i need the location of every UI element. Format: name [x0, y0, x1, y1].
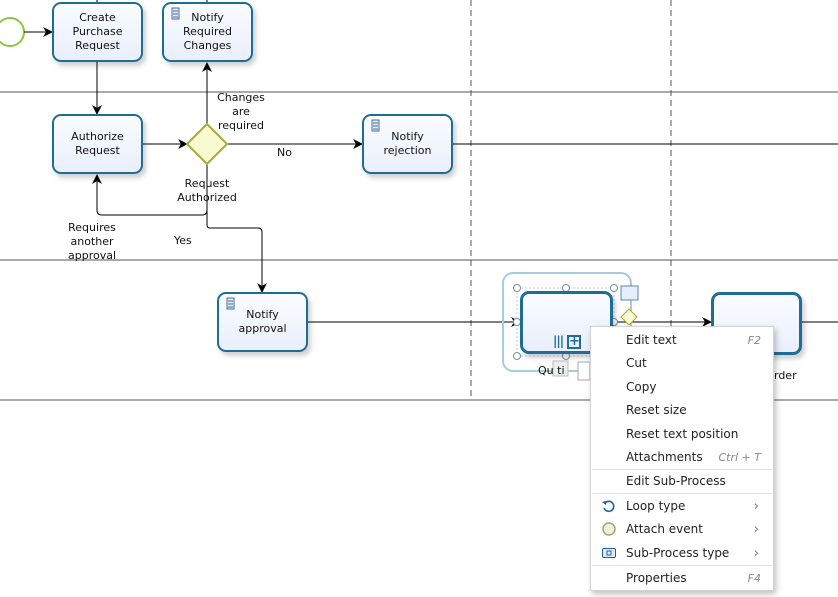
- document-icon: [226, 297, 235, 310]
- task-authorize-request[interactable]: Authorize Request: [52, 114, 143, 174]
- submenu-arrow-icon: ›: [753, 521, 759, 537]
- menu-item-cut[interactable]: Cut: [591, 351, 773, 375]
- menu-item-edit-subprocess[interactable]: Edit Sub-Process: [591, 469, 773, 493]
- menu-item-reset-text-position[interactable]: Reset text position: [591, 422, 773, 446]
- task-notify-required-changes[interactable]: Notify Required Changes: [162, 2, 253, 62]
- sequence-flow[interactable]: [206, 210, 267, 293]
- context-menu: Edit text F2 Cut Copy Reset size Reset te…: [590, 326, 774, 591]
- parallel-marker-icon: |||: [553, 334, 564, 348]
- order-task-name: rder: [774, 369, 797, 382]
- menu-item-attach-event[interactable]: Attach event ›: [591, 517, 773, 541]
- task-label: Notify rejection: [383, 130, 432, 157]
- task-label: Notify approval: [238, 308, 287, 335]
- flow-label-requires-another-approval: Requires another approval: [67, 221, 117, 262]
- submenu-arrow-icon: ›: [753, 498, 759, 514]
- menu-item-attachments[interactable]: Attachments Ctrl + T: [591, 445, 773, 469]
- gateway-label: Request Authorized: [177, 177, 237, 204]
- menu-item-reset-size[interactable]: Reset size: [591, 398, 773, 422]
- quick-add-data-icon[interactable]: [577, 361, 591, 381]
- start-event[interactable]: [0, 17, 25, 47]
- flow-label-no: No: [277, 146, 292, 159]
- menu-item-properties[interactable]: Properties F4: [591, 566, 773, 590]
- submenu-arrow-icon: ›: [753, 545, 759, 561]
- flow-label-changes-required: Changes are required: [217, 91, 265, 132]
- subprocess-name: Qu ti: [538, 364, 565, 377]
- quick-add-gateway-icon[interactable]: [620, 308, 638, 326]
- loop-icon: [601, 498, 617, 514]
- subprocess-expand-icon[interactable]: +: [567, 335, 581, 349]
- task-notify-rejection[interactable]: Notify rejection: [362, 114, 453, 174]
- task-create-purchase-request[interactable]: Create Purchase Request: [52, 2, 143, 62]
- menu-item-subprocess-type[interactable]: Sub-Process type ›: [591, 541, 773, 565]
- task-notify-approval[interactable]: Notify approval: [217, 292, 308, 352]
- menu-item-copy[interactable]: Copy: [591, 375, 773, 399]
- menu-item-loop-type[interactable]: Loop type ›: [591, 494, 773, 518]
- flow-label-yes: Yes: [174, 234, 192, 247]
- quick-add-task-icon[interactable]: [620, 285, 639, 301]
- document-icon: [171, 7, 180, 20]
- menu-item-edit-text[interactable]: Edit text F2: [591, 328, 773, 352]
- event-circle-icon: [601, 521, 617, 537]
- task-label: Authorize Request: [71, 130, 124, 157]
- task-label: Create Purchase Request: [72, 11, 123, 52]
- subprocess-type-icon: [601, 545, 617, 561]
- document-icon: [371, 119, 380, 132]
